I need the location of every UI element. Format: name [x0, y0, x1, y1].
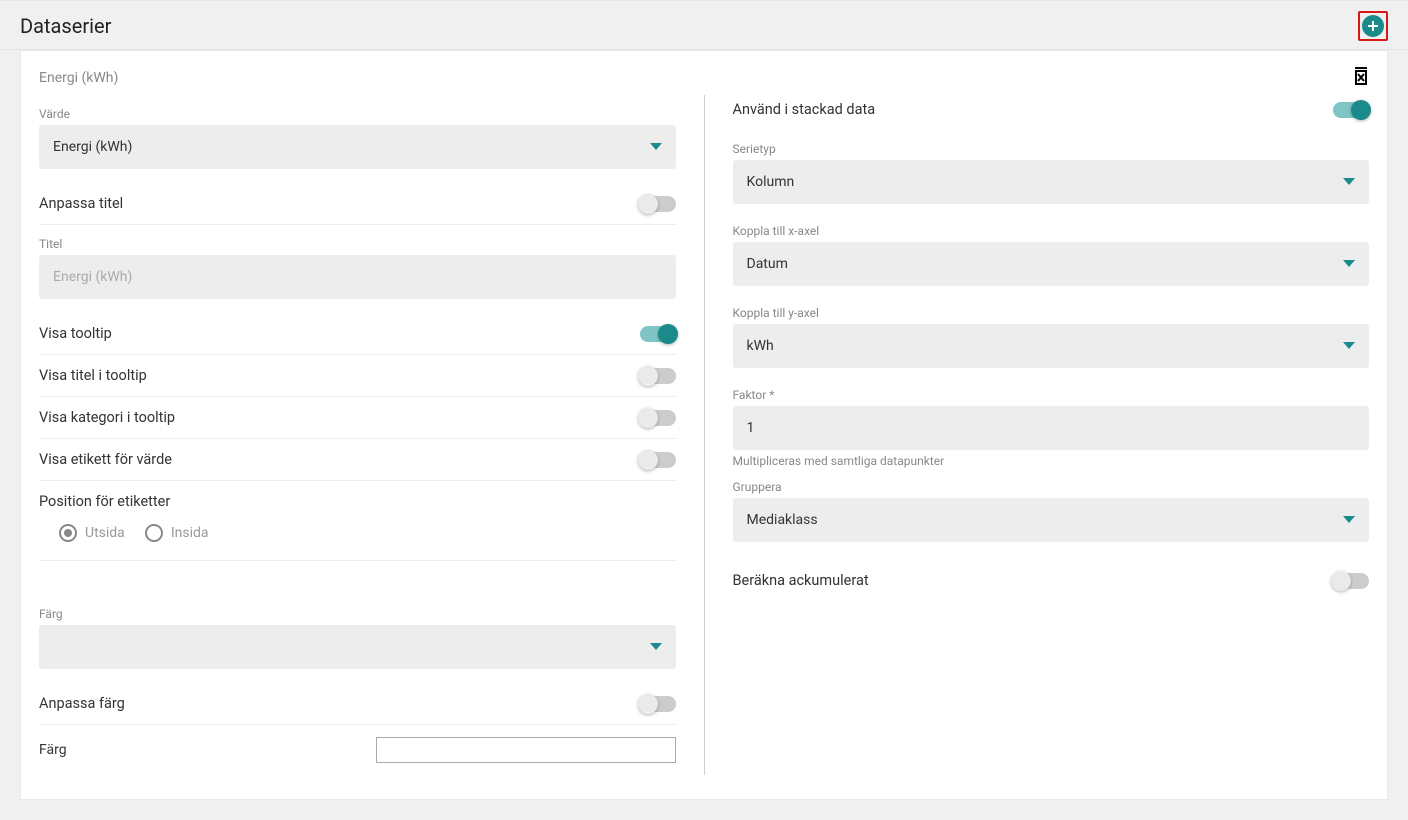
color-input[interactable] [376, 737, 676, 763]
factor-hint: Multipliceras med samtliga datapunkter [733, 454, 1370, 468]
radio-outside[interactable]: Utsida [59, 524, 125, 542]
show-tooltip-row: Visa tooltip [39, 313, 676, 355]
serietype-text: Kolumn [747, 174, 795, 190]
custom-title-row: Anpassa titel [39, 183, 676, 225]
trash-icon [1353, 67, 1369, 85]
radio-inside[interactable]: Insida [145, 524, 209, 542]
use-stacked-row: Använd i stackad data [733, 95, 1370, 130]
color-field-label: Färg [39, 742, 67, 758]
panel-header: Energi (kWh) [39, 67, 1369, 89]
factor-input[interactable]: 1 [733, 406, 1370, 450]
chevron-down-icon [1343, 256, 1355, 272]
factor-value: 1 [747, 420, 755, 436]
calc-accum-toggle[interactable] [1333, 573, 1369, 589]
show-tooltip-label: Visa tooltip [39, 325, 112, 342]
chevron-down-icon [650, 139, 662, 155]
section-title: Dataserier [20, 14, 111, 38]
label-position-radios: Utsida Insida [39, 514, 676, 561]
show-title-tooltip-label: Visa titel i tooltip [39, 367, 147, 384]
group-text: Mediaklass [747, 512, 818, 528]
group-label: Gruppera [733, 480, 1370, 494]
show-category-tooltip-toggle[interactable] [640, 410, 676, 426]
value-label: Värde [39, 107, 676, 121]
serietype-select[interactable]: Kolumn [733, 160, 1370, 204]
show-tooltip-toggle[interactable] [640, 326, 676, 342]
delete-series-button[interactable] [1353, 67, 1369, 89]
title-input[interactable]: Energi (kWh) [39, 255, 676, 299]
custom-color-row: Anpassa färg [39, 683, 676, 725]
use-stacked-toggle[interactable] [1333, 102, 1369, 118]
chevron-down-icon [1343, 512, 1355, 528]
title-label: Titel [39, 237, 676, 251]
xaxis-label: Koppla till x-axel [733, 224, 1370, 238]
show-category-tooltip-label: Visa kategori i tooltip [39, 409, 175, 426]
show-category-tooltip-row: Visa kategori i tooltip [39, 397, 676, 439]
radio-inside-label: Insida [171, 525, 209, 541]
use-stacked-label: Använd i stackad data [733, 101, 876, 118]
custom-title-label: Anpassa titel [39, 195, 123, 212]
yaxis-label: Koppla till y-axel [733, 306, 1370, 320]
section-header: Dataserier [0, 0, 1408, 50]
left-column: Värde Energi (kWh) Anpassa titel Titel E… [39, 95, 704, 775]
custom-color-toggle[interactable] [640, 696, 676, 712]
custom-color-label: Anpassa färg [39, 695, 125, 712]
value-select-text: Energi (kWh) [53, 139, 132, 155]
calc-accum-label: Beräkna ackumulerat [733, 572, 869, 589]
custom-title-toggle[interactable] [640, 196, 676, 212]
xaxis-select[interactable]: Datum [733, 242, 1370, 286]
title-placeholder: Energi (kWh) [53, 269, 132, 285]
color-field-row: Färg [39, 725, 676, 775]
radio-circle-icon [145, 524, 163, 542]
serietype-label: Serietyp [733, 142, 1370, 156]
show-value-label-toggle[interactable] [640, 452, 676, 468]
right-column: Använd i stackad data Serietyp Kolumn Ko… [704, 95, 1370, 775]
color-dropdown-label: Färg [39, 607, 676, 621]
yaxis-text: kWh [747, 338, 774, 354]
yaxis-select[interactable]: kWh [733, 324, 1370, 368]
show-title-tooltip-row: Visa titel i tooltip [39, 355, 676, 397]
add-button-highlight [1358, 11, 1388, 41]
factor-label: Faktor * [733, 388, 1370, 402]
label-position-label: Position för etiketter [39, 493, 676, 510]
value-select[interactable]: Energi (kWh) [39, 125, 676, 169]
plus-icon [1366, 19, 1380, 33]
show-title-tooltip-toggle[interactable] [640, 368, 676, 384]
show-value-label-row: Visa etikett för värde [39, 439, 676, 481]
chevron-down-icon [1343, 338, 1355, 354]
add-series-button[interactable] [1362, 15, 1384, 37]
xaxis-text: Datum [747, 256, 788, 272]
color-select[interactable] [39, 625, 676, 669]
group-select[interactable]: Mediaklass [733, 498, 1370, 542]
radio-outside-label: Utsida [85, 525, 125, 541]
radio-circle-icon [59, 524, 77, 542]
chevron-down-icon [1343, 174, 1355, 190]
series-name: Energi (kWh) [39, 70, 118, 86]
chevron-down-icon [650, 639, 662, 655]
calc-accum-row: Beräkna ackumulerat [733, 560, 1370, 601]
series-panel: Energi (kWh) Värde Energi (kWh) [20, 50, 1388, 800]
show-value-label-text: Visa etikett för värde [39, 451, 172, 468]
